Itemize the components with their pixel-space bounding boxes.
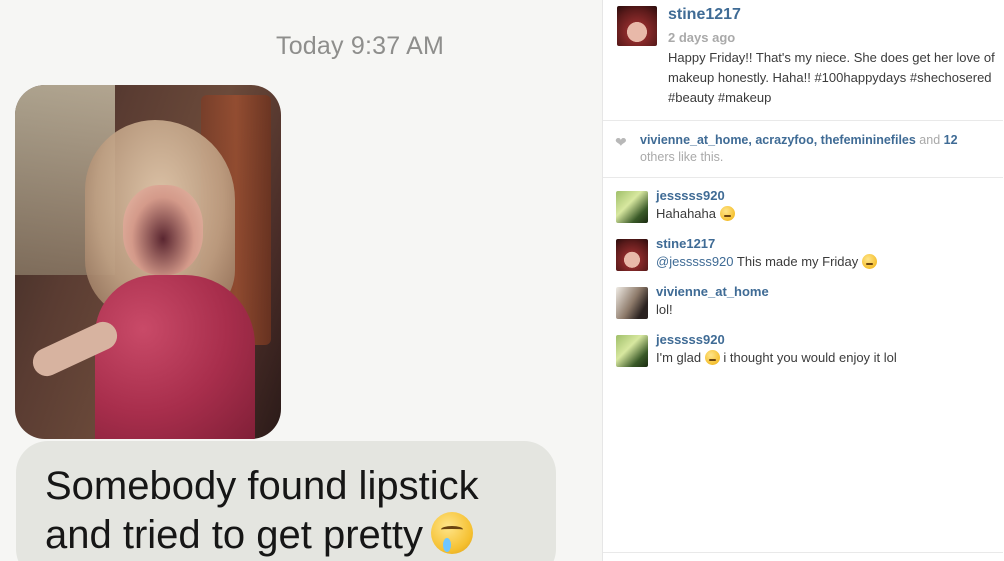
comment-item: vivienne_at_home lol! — [603, 284, 1003, 328]
commenter-avatar[interactable] — [616, 191, 648, 223]
comment-text: @jesssss920 This made my Friday — [656, 254, 877, 269]
message-timestamp: Today 9:37 AM — [276, 32, 444, 60]
comment-text: lol! — [656, 302, 673, 317]
owner-username[interactable]: stine1217 — [668, 6, 741, 24]
commenter-avatar[interactable] — [616, 287, 648, 319]
post-sidebar: stine1217 2 days ago Happy Friday!! That… — [602, 0, 1004, 561]
owner-avatar[interactable] — [617, 6, 657, 46]
likes-count[interactable]: 12 — [944, 133, 958, 147]
likes-line: vivienne_at_home, acrazyfoo, thefeminine… — [640, 133, 958, 164]
comment-item: jesssss920 Hahahaha — [603, 188, 1003, 232]
heart-icon[interactable]: ❤ — [615, 134, 627, 151]
kissing-face-icon — [861, 254, 877, 269]
grinning-face-icon — [704, 350, 720, 365]
comment-item: jesssss920 I'm glad i thought you would … — [603, 332, 1003, 376]
comment-item: stine1217 @jesssss920 This made my Frida… — [603, 236, 1003, 280]
mention-link[interactable]: @jesssss920 — [656, 254, 734, 269]
post-time[interactable]: 2 days ago — [668, 30, 735, 45]
liker-link[interactable]: thefemininefiles — [821, 133, 916, 147]
child-photo — [15, 85, 281, 439]
divider — [603, 120, 1003, 121]
crying-face-icon — [431, 512, 474, 554]
commenter-avatar[interactable] — [616, 239, 648, 271]
relieved-face-icon — [719, 206, 735, 221]
comment-text: Hahahaha — [656, 206, 735, 221]
divider — [603, 552, 1003, 553]
comment-username[interactable]: jesssss920 — [656, 332, 725, 347]
comment-username[interactable]: jesssss920 — [656, 188, 725, 203]
liker-link[interactable]: vivienne_at_home — [640, 133, 748, 147]
comment-text: I'm glad i thought you would enjoy it lo… — [656, 350, 897, 365]
post-caption: Happy Friday!! That's my niece. She does… — [668, 50, 995, 105]
comment-username[interactable]: stine1217 — [656, 236, 715, 251]
liker-link[interactable]: acrazyfoo — [755, 133, 813, 147]
message-text: Somebody found lipstick and tried to get… — [45, 464, 479, 557]
comment-username[interactable]: vivienne_at_home — [656, 284, 769, 299]
commenter-avatar[interactable] — [616, 335, 648, 367]
post-photo[interactable]: Today 9:37 AM Somebody found lipstick an… — [0, 0, 602, 561]
divider — [603, 177, 1003, 178]
